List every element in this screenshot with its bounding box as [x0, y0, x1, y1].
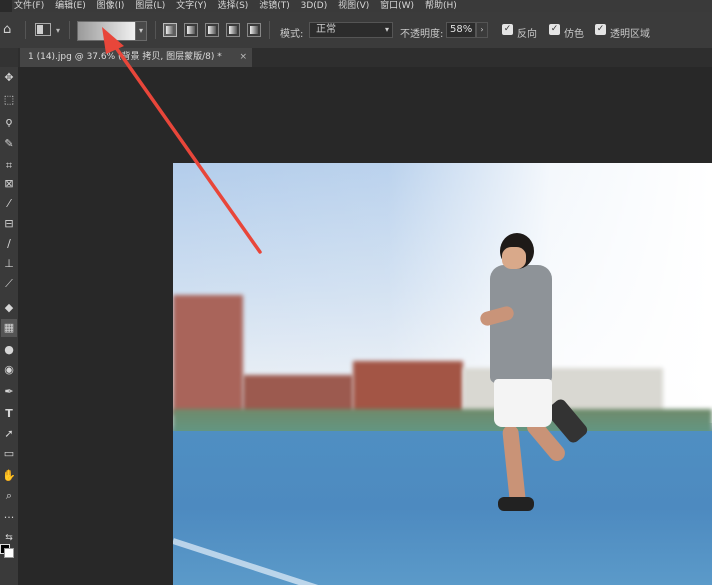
close-icon[interactable]: ×	[239, 48, 247, 67]
tool-preset-icon[interactable]	[35, 23, 51, 36]
angle-gradient-icon[interactable]	[205, 23, 219, 37]
more-icon[interactable]: ···	[1, 509, 17, 527]
runner-shorts	[494, 379, 552, 427]
eraser-icon[interactable]: ◆	[1, 299, 17, 317]
toolbar-grip[interactable]	[0, 48, 18, 67]
transparency-checkbox[interactable]: ✓	[595, 24, 606, 35]
mode-value: 正常	[316, 24, 336, 35]
runner-shoe	[498, 497, 534, 511]
document-image[interactable]	[173, 163, 712, 585]
menu-edit[interactable]: 编辑(E)	[55, 1, 86, 11]
menu-file[interactable]: 文件(F)	[14, 1, 44, 11]
reverse-label: 反向	[517, 29, 537, 40]
options-bar: ⌂ ▾ ▾ 模式: 正常 ▾ 不透明度: 58% › ✓ 反向 ✓ 仿色 ✓ 透…	[0, 12, 712, 49]
marquee-icon[interactable]: ⬚	[1, 91, 17, 109]
chevron-down-icon[interactable]: ▾	[56, 26, 60, 35]
mode-label: 模式:	[280, 29, 304, 40]
building	[353, 361, 463, 415]
tools-panel: ✥ ⬚ ϙ ✎ ⌗ ⊠ ⁄ ⊟ ∕ ⊥ ⟋ ◆ ▦ ● ◉ ✒ T ➚ ▭ ✋ …	[0, 67, 18, 585]
frame-icon[interactable]: ⊠	[1, 175, 17, 193]
opacity-input[interactable]: 58%	[446, 22, 476, 38]
menu-help[interactable]: 帮助(H)	[425, 1, 457, 11]
ps-logo-icon	[0, 0, 12, 12]
runner-figure	[478, 229, 590, 519]
opacity-dropdown-button[interactable]: ›	[476, 22, 488, 38]
blur-icon[interactable]: ●	[1, 341, 17, 359]
gradient-preview[interactable]	[77, 21, 137, 41]
diamond-gradient-icon[interactable]	[247, 23, 261, 37]
reflected-gradient-icon[interactable]	[226, 23, 240, 37]
gradient-icon[interactable]: ▦	[1, 319, 17, 337]
home-icon[interactable]: ⌂	[3, 23, 19, 37]
dither-checkbox[interactable]: ✓	[549, 24, 560, 35]
building	[173, 295, 243, 415]
document-tab-title: 1 (14).jpg @ 37.6% (背景 拷贝, 图层蒙版/8) *	[28, 52, 222, 62]
document-tab[interactable]: 1 (14).jpg @ 37.6% (背景 拷贝, 图层蒙版/8) * ×	[20, 48, 252, 67]
opacity-value: 58%	[450, 24, 473, 35]
chevron-down-icon: ▾	[384, 25, 389, 34]
running-track	[173, 431, 712, 585]
move-icon[interactable]: ✥	[1, 69, 17, 87]
menu-bar: 文件(F) 编辑(E) 图像(I) 图层(L) 文字(Y) 选择(S) 滤镜(T…	[0, 0, 712, 12]
path-select-icon[interactable]: ➚	[1, 425, 17, 443]
hand-icon[interactable]: ✋	[1, 467, 17, 485]
options-divider	[69, 21, 70, 39]
gradient-picker-button[interactable]: ▾	[135, 21, 147, 41]
menu-3d[interactable]: 3D(D)	[301, 1, 328, 11]
options-divider	[25, 21, 26, 39]
dodge-icon[interactable]: ◉	[1, 361, 17, 379]
crop-icon[interactable]: ⌗	[1, 157, 17, 175]
menu-window[interactable]: 窗口(W)	[380, 1, 414, 11]
reverse-checkbox[interactable]: ✓	[502, 24, 513, 35]
opacity-label: 不透明度:	[400, 29, 444, 40]
dither-label: 仿色	[564, 29, 584, 40]
menu-type[interactable]: 文字(Y)	[176, 1, 207, 11]
quick-select-icon[interactable]: ✎	[1, 135, 17, 153]
background-color-swatch[interactable]	[4, 548, 14, 558]
menu-items: 文件(F) 编辑(E) 图像(I) 图层(L) 文字(Y) 选择(S) 滤镜(T…	[14, 0, 465, 12]
menu-layer[interactable]: 图层(L)	[135, 1, 165, 11]
healing-icon[interactable]: ⊟	[1, 215, 17, 233]
color-swatches[interactable]	[0, 544, 14, 558]
runner-leg	[501, 424, 527, 506]
mode-select[interactable]: 正常 ▾	[309, 22, 393, 38]
menu-select[interactable]: 选择(S)	[218, 1, 249, 11]
rectangle-icon[interactable]: ▭	[1, 445, 17, 463]
stamp-icon[interactable]: ⊥	[1, 255, 17, 273]
options-divider	[155, 21, 156, 39]
runner-shirt	[490, 265, 552, 383]
menu-filter[interactable]: 滤镜(T)	[259, 1, 290, 11]
linear-gradient-icon[interactable]	[163, 23, 177, 37]
history-brush-icon[interactable]: ⟋	[1, 275, 17, 293]
transparency-label: 透明区域	[610, 29, 650, 40]
radial-gradient-icon[interactable]	[184, 23, 198, 37]
menu-view[interactable]: 视图(V)	[338, 1, 369, 11]
type-icon[interactable]: T	[1, 405, 17, 423]
runner-face	[502, 247, 526, 269]
eyedropper-icon[interactable]: ⁄	[1, 195, 17, 213]
options-divider	[269, 21, 270, 39]
brush-icon[interactable]: ∕	[1, 235, 17, 253]
menu-image[interactable]: 图像(I)	[97, 1, 125, 11]
document-tab-bar: 1 (14).jpg @ 37.6% (背景 拷贝, 图层蒙版/8) * ×	[18, 48, 712, 67]
zoom-icon[interactable]: ⌕	[1, 487, 17, 505]
lasso-icon[interactable]: ϙ	[1, 113, 17, 131]
pen-icon[interactable]: ✒	[1, 383, 17, 401]
